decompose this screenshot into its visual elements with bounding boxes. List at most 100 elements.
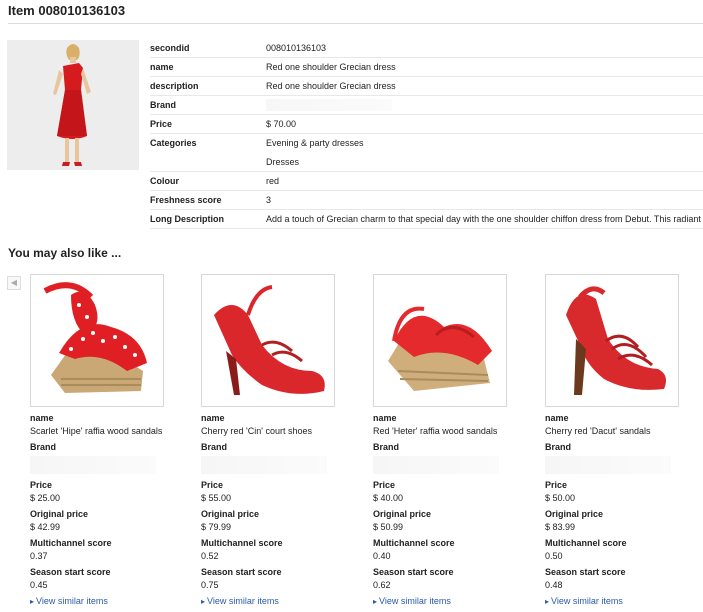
product-name-label: name — [30, 413, 54, 423]
product-multichannel-score: 0.52 — [201, 551, 219, 561]
product-brand-label: Brand — [545, 442, 572, 452]
chevron-left-icon[interactable]: ◀ — [7, 276, 21, 290]
product-details-table: secondid 008010136103 name Red one shoul… — [150, 39, 703, 229]
detail-row-long-description: Long Description Add a touch of Grecian … — [150, 210, 703, 229]
product-brand-label: Brand — [30, 442, 57, 452]
arrow-right-icon: ▸ — [30, 597, 35, 606]
product-brand-blank — [30, 456, 156, 474]
view-similar-link[interactable]: ▸ View similar items — [201, 596, 361, 606]
product-brand-blank — [545, 456, 671, 474]
view-similar-label: View similar items — [379, 596, 451, 606]
detail-key: Colour — [150, 176, 179, 186]
product-price-label: Price — [373, 480, 396, 490]
product-thumbnail[interactable] — [545, 274, 679, 407]
product-brand-blank — [373, 456, 499, 474]
product-original-price-label: Original price — [545, 509, 604, 519]
product-original-price-label: Original price — [373, 509, 432, 519]
product-multichannel-label: Multichannel score — [545, 538, 627, 548]
product-card[interactable]: name Scarlet 'Hipe' raffia wood sandals … — [30, 274, 190, 606]
product-name: Cherry red 'Cin' court shoes — [201, 426, 312, 436]
product-original-price-label: Original price — [30, 509, 89, 519]
product-multichannel-label: Multichannel score — [373, 538, 455, 548]
product-original-price: $ 79.99 — [201, 522, 232, 532]
product-price-label: Price — [545, 480, 568, 490]
detail-value: red — [266, 176, 280, 186]
product-original-price: $ 83.99 — [545, 522, 576, 532]
category-item: Evening & party dresses — [266, 138, 364, 148]
detail-value: 008010136103 — [266, 43, 327, 53]
recommendations-title: You may also like ... — [8, 246, 122, 260]
detail-value: $ 70.00 — [266, 119, 297, 129]
detail-key: Categories — [150, 138, 197, 148]
product-multichannel-score: 0.37 — [30, 551, 48, 561]
detail-row-brand: Brand — [150, 96, 703, 115]
detail-row-categories: Categories Evening & party dresses Dress… — [150, 134, 703, 172]
product-name-label: name — [201, 413, 225, 423]
detail-value: Red one shoulder Grecian dress — [266, 62, 396, 72]
detail-key: secondid — [150, 43, 190, 53]
detail-key: Brand — [150, 100, 177, 110]
product-original-price-label: Original price — [201, 509, 260, 519]
product-card[interactable]: name Cherry red 'Dacut' sandals Brand Pr… — [545, 274, 703, 606]
detail-row-freshness: Freshness score 3 — [150, 191, 703, 210]
detail-row-description: description Red one shoulder Grecian dre… — [150, 77, 703, 96]
product-card[interactable]: name Red 'Heter' raffia wood sandals Bra… — [373, 274, 533, 606]
view-similar-link[interactable]: ▸ View similar items — [545, 596, 703, 606]
product-multichannel-label: Multichannel score — [30, 538, 112, 548]
view-similar-label: View similar items — [207, 596, 279, 606]
product-original-price: $ 42.99 — [30, 522, 61, 532]
detail-value: Red one shoulder Grecian dress — [266, 81, 396, 91]
product-name: Scarlet 'Hipe' raffia wood sandals — [30, 426, 163, 436]
product-price: $ 55.00 — [201, 493, 232, 503]
product-card[interactable]: name Cherry red 'Cin' court shoes Brand … — [201, 274, 361, 606]
detail-key: Price — [150, 119, 173, 129]
arrow-right-icon: ▸ — [201, 597, 206, 606]
product-original-price: $ 50.99 — [373, 522, 404, 532]
view-similar-label: View similar items — [36, 596, 108, 606]
product-price: $ 40.00 — [373, 493, 404, 503]
detail-row-name: name Red one shoulder Grecian dress — [150, 58, 703, 77]
product-brand-blank — [201, 456, 327, 474]
product-price: $ 50.00 — [545, 493, 576, 503]
title-divider — [8, 23, 703, 24]
product-season-label: Season start score — [201, 567, 282, 577]
product-season-score: 0.45 — [30, 580, 48, 590]
product-brand-label: Brand — [373, 442, 400, 452]
detail-row-price: Price $ 70.00 — [150, 115, 703, 134]
product-brand-label: Brand — [201, 442, 228, 452]
product-name: Cherry red 'Dacut' sandals — [545, 426, 651, 436]
arrow-right-icon: ▸ — [545, 597, 550, 606]
product-image — [7, 40, 139, 170]
page-title: Item 008010136103 — [8, 3, 126, 18]
product-multichannel-label: Multichannel score — [201, 538, 283, 548]
arrow-right-icon: ▸ — [373, 597, 378, 606]
detail-value: Add a touch of Grecian charm to that spe… — [266, 214, 701, 224]
product-season-label: Season start score — [373, 567, 454, 577]
detail-key: Freshness score — [150, 195, 222, 205]
product-season-label: Season start score — [545, 567, 626, 577]
product-season-score: 0.75 — [201, 580, 219, 590]
view-similar-link[interactable]: ▸ View similar items — [373, 596, 533, 606]
view-similar-link[interactable]: ▸ View similar items — [30, 596, 190, 606]
product-season-label: Season start score — [30, 567, 111, 577]
view-similar-label: View similar items — [551, 596, 623, 606]
product-multichannel-score: 0.50 — [545, 551, 563, 561]
detail-key: description — [150, 81, 199, 91]
detail-key: name — [150, 62, 174, 72]
product-thumbnail[interactable] — [201, 274, 335, 407]
product-multichannel-score: 0.40 — [373, 551, 391, 561]
product-price-label: Price — [201, 480, 224, 490]
brand-value-blank — [266, 99, 392, 111]
product-season-score: 0.48 — [545, 580, 563, 590]
product-season-score: 0.62 — [373, 580, 391, 590]
detail-key: Long Description — [150, 214, 224, 224]
product-name-label: name — [373, 413, 397, 423]
detail-row-secondid: secondid 008010136103 — [150, 39, 703, 58]
category-item: Dresses — [266, 157, 300, 167]
detail-value: Evening & party dresses Dresses — [266, 134, 703, 167]
product-price-label: Price — [30, 480, 53, 490]
product-name: Red 'Heter' raffia wood sandals — [373, 426, 498, 436]
detail-row-colour: Colour red — [150, 172, 703, 191]
product-thumbnail[interactable] — [373, 274, 507, 407]
product-thumbnail[interactable] — [30, 274, 164, 407]
